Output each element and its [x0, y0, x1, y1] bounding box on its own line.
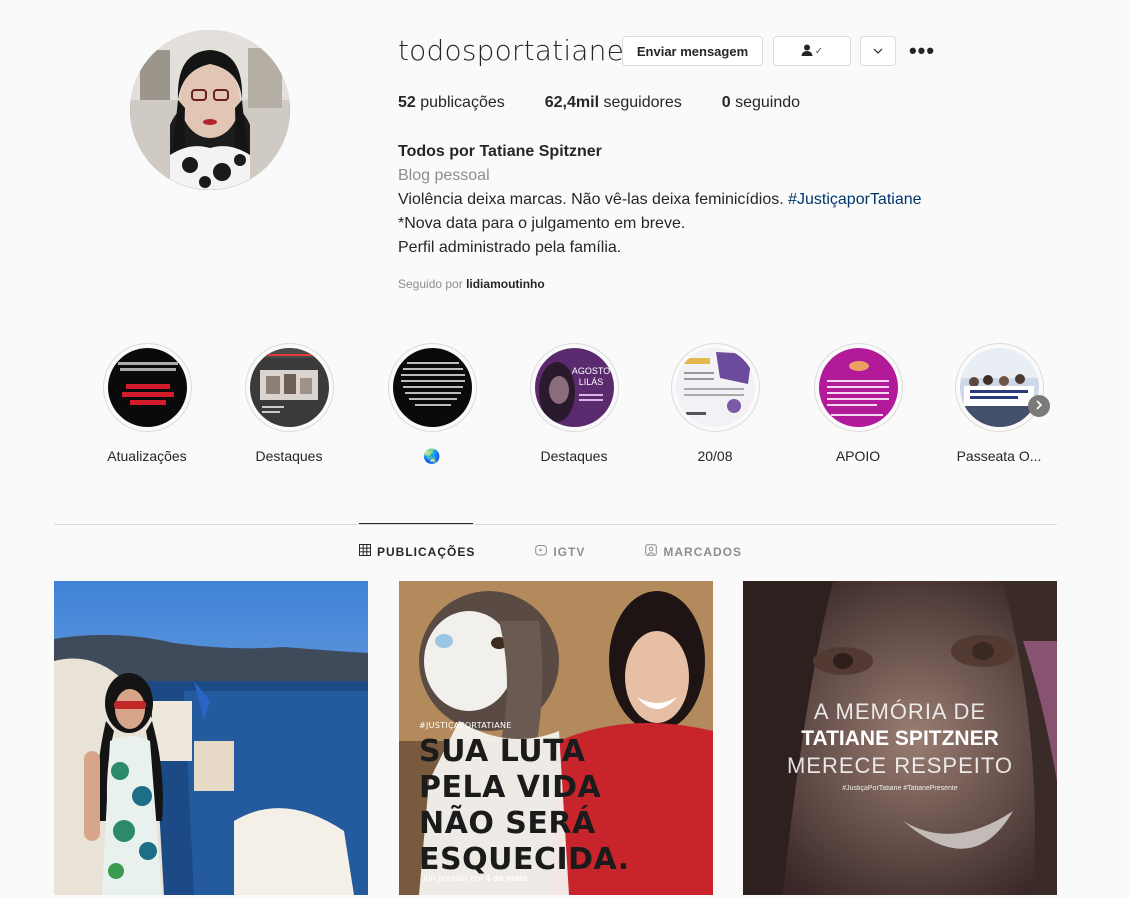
- post-thumbnail[interactable]: #JUSTIÇAPORTATIANE SUA LUTA PELA VIDA NÃ…: [399, 581, 713, 895]
- following-count: 0: [721, 94, 731, 111]
- post-headline-line: SUA LUTA: [419, 734, 586, 769]
- post-caption-overlay: #JUSTIÇAPORTATIANE SUA LUTA PELA VIDA NÃ…: [419, 721, 630, 878]
- highlight-item[interactable]: 🌏: [369, 343, 495, 465]
- followers-label: seguidores: [603, 94, 682, 111]
- followed-by[interactable]: Seguido por lidiamoutinho: [398, 277, 545, 291]
- bio-line-1: Violência deixa marcas. Não vê-las deixa…: [398, 188, 998, 212]
- highlight-lilas-text: LILÁS: [578, 377, 603, 387]
- check-icon: ✓: [814, 45, 824, 57]
- highlight-ring: [954, 343, 1044, 432]
- profile-bio: Todos por Tatiane Spitzner Blog pessoal …: [398, 140, 998, 260]
- user-icon: [801, 44, 813, 59]
- highlight-label: Destaques: [540, 448, 608, 464]
- tab-label: PUBLICAÇÕES: [377, 544, 476, 559]
- story-highlights: Atualizações Destaques 🌏 AGOSTO LILÁS De…: [84, 343, 1064, 473]
- suggested-dropdown-button[interactable]: [860, 36, 896, 66]
- igtv-icon: [535, 544, 548, 559]
- post-hashtag: #JUSTIÇAPORTATIANE: [419, 721, 512, 730]
- followers-stat[interactable]: 62,4mil seguidores: [545, 94, 682, 112]
- highlight-ring: [102, 343, 192, 432]
- profile-username: todosportatiane: [398, 34, 625, 67]
- post-footer-date: 4 de maio.: [485, 873, 530, 883]
- tabs-divider: [54, 524, 1057, 525]
- highlight-label: APOIO: [835, 448, 881, 464]
- bio-line-1-text: Violência deixa marcas. Não vê-las deixa…: [398, 191, 789, 208]
- highlight-item[interactable]: 20/08: [652, 343, 778, 464]
- highlight-label: Passeata O...: [956, 448, 1042, 464]
- chevron-right-icon: [1035, 399, 1043, 413]
- highlight-label: Atualizações: [107, 448, 187, 464]
- highlight-label: 🌏: [423, 448, 441, 464]
- tab-publicacoes[interactable]: PUBLICAÇÕES: [359, 544, 475, 559]
- post-headline-line: A MEMÓRIA DE: [813, 699, 987, 724]
- post-footer-prefix: Júri popular em: [421, 873, 486, 883]
- tab-marcados[interactable]: MARCADOS: [645, 544, 742, 559]
- post-thumbnail[interactable]: A MEMÓRIA DE TATIANE SPITZNER MERECE RES…: [743, 581, 1057, 895]
- profile-category: Blog pessoal: [398, 167, 490, 184]
- profile-tabs: PUBLICAÇÕES IGTV MARCADOS: [359, 544, 802, 559]
- active-tab-indicator: [359, 523, 473, 524]
- post-caption-overlay: A MEMÓRIA DE TATIANE SPITZNER MERECE RES…: [743, 699, 1057, 792]
- posts-label: publicações: [420, 94, 505, 111]
- more-options-icon[interactable]: •••: [905, 38, 939, 64]
- profile-stats: 52 publicações 62,4mil seguidores 0 segu…: [398, 94, 840, 112]
- post-headline-line: NÃO SERÁ: [419, 806, 596, 841]
- highlight-cover: [818, 348, 898, 427]
- tagged-icon: [645, 544, 658, 559]
- highlight-item[interactable]: APOIO: [795, 343, 921, 464]
- tab-igtv[interactable]: IGTV: [535, 544, 585, 559]
- highlight-ring: [244, 343, 334, 432]
- posts-count: 52: [398, 94, 416, 111]
- followed-by-prefix: Seguido por: [398, 277, 467, 291]
- highlight-cover: AGOSTO LILÁS: [534, 348, 614, 427]
- chevron-down-icon: [873, 46, 883, 57]
- highlight-ring: [670, 343, 760, 432]
- followed-by-user[interactable]: lidiamoutinho: [466, 277, 545, 291]
- highlight-ring: AGOSTO LILÁS: [529, 343, 619, 432]
- highlight-cover: [249, 348, 329, 427]
- profile-full-name: Todos por Tatiane Spitzner: [398, 143, 602, 160]
- highlight-cover: [392, 348, 472, 427]
- highlights-next-button[interactable]: [1028, 395, 1050, 417]
- profile-avatar[interactable]: [130, 30, 290, 190]
- bio-line-3: Perfil administrado pela família.: [398, 239, 622, 256]
- posts-stat: 52 publicações: [398, 94, 505, 112]
- highlight-item[interactable]: AGOSTO LILÁS Destaques: [511, 343, 637, 464]
- post-headline-line: PELA VIDA: [419, 770, 602, 805]
- highlight-label: Destaques: [255, 448, 323, 464]
- grid-icon: [359, 544, 371, 559]
- bio-hashtag-link[interactable]: #JustiçaporTatiane: [788, 191, 921, 208]
- profile-page: todosportatiane Enviar mensagem ✓ ••• 52…: [0, 0, 1129, 898]
- post-hashtags: #JustiçaPorTatiane #TatianePresente: [842, 785, 958, 792]
- highlight-ring: [813, 343, 903, 432]
- post-footer: Júri popular em 4 de maio.: [421, 873, 530, 883]
- following-stat[interactable]: 0 seguindo: [722, 94, 800, 112]
- highlight-ring: [387, 343, 477, 432]
- post-thumbnail[interactable]: [54, 581, 368, 895]
- send-message-button[interactable]: Enviar mensagem: [622, 36, 763, 66]
- highlight-cover: [959, 348, 1039, 427]
- highlight-item[interactable]: Atualizações: [84, 343, 210, 464]
- highlight-cover: [675, 348, 755, 427]
- following-button[interactable]: ✓: [773, 36, 851, 66]
- post-headline-line: MERECE RESPEITO: [786, 753, 1014, 778]
- highlight-cover: [107, 348, 187, 427]
- tab-label: MARCADOS: [663, 544, 743, 559]
- followers-count: 62,4mil: [544, 94, 600, 111]
- post-headline-line: TATIANE SPITZNER: [801, 727, 999, 750]
- highlight-label: 20/08: [697, 448, 733, 464]
- tab-label: IGTV: [553, 544, 586, 559]
- bio-line-2: *Nova data para o julgamento em breve.: [398, 215, 686, 232]
- highlight-agosto-text: AGOSTO: [571, 366, 609, 376]
- following-label: seguindo: [735, 94, 801, 111]
- highlight-item[interactable]: Destaques: [226, 343, 352, 464]
